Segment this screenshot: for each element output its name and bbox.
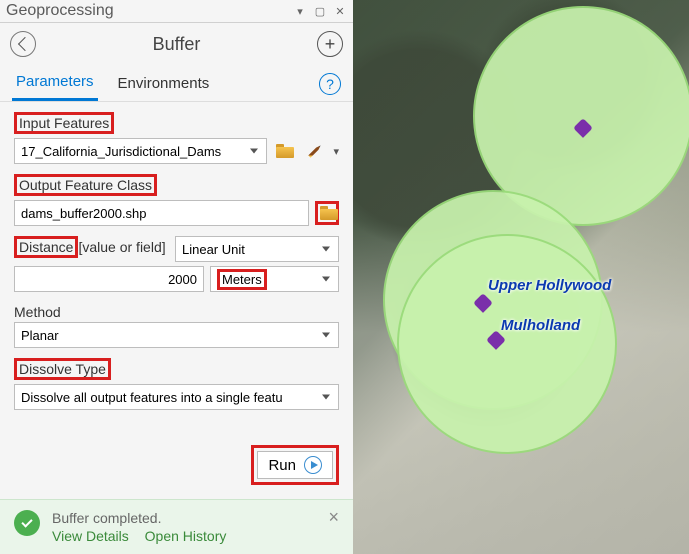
check-icon [21, 516, 32, 527]
help-icon[interactable]: ? [319, 73, 341, 95]
arrow-left-icon [17, 37, 31, 51]
add-button[interactable]: + [317, 31, 343, 57]
distance-label-box: Distance [14, 236, 78, 258]
edit-input-button[interactable] [303, 139, 327, 163]
distance-unit-value: Meters [217, 269, 267, 290]
tab-bar: Parameters Environments ? [0, 67, 353, 102]
buffer-circle [397, 234, 617, 454]
pencil-dropdown-icon[interactable]: ▾ [333, 145, 339, 158]
method-label: Method [14, 304, 61, 320]
tab-environments[interactable]: Environments [114, 69, 214, 100]
dissolve-type-select[interactable]: Dissolve all output features into a sing… [14, 384, 339, 410]
status-bar: Buffer completed. View Details Open Hist… [0, 499, 353, 554]
play-icon [304, 456, 322, 474]
open-history-link[interactable]: Open History [145, 528, 227, 544]
titlebar: Geoprocessing ▾ ▢ ✕ [0, 0, 353, 23]
folder-icon [276, 144, 294, 158]
map-label-upper-hollywood: Upper Hollywood [488, 277, 611, 294]
parameters-form: Input Features 17_California_Jurisdictio… [0, 102, 353, 437]
distance-value-input[interactable] [14, 266, 204, 292]
tool-name: Buffer [153, 34, 201, 55]
tool-header: Buffer + [0, 23, 353, 67]
output-feature-class-label: Output Feature Class [14, 174, 157, 196]
pencil-icon [304, 140, 327, 163]
success-icon [14, 510, 40, 536]
input-features-label: Input Features [14, 112, 114, 134]
output-feature-class-input[interactable] [14, 200, 309, 226]
status-text-block: Buffer completed. View Details Open Hist… [52, 510, 316, 544]
browse-output-button[interactable] [315, 201, 339, 225]
dissolve-type-value: Dissolve all output features into a sing… [21, 390, 283, 405]
status-close-button[interactable]: × [328, 510, 339, 524]
distance-label-rest: [value or field] [78, 239, 165, 255]
geoprocessing-panel: Geoprocessing ▾ ▢ ✕ Buffer + Parameters … [0, 0, 353, 554]
distance-source-select[interactable]: Linear Unit [175, 236, 339, 262]
run-area: Run [0, 437, 353, 499]
folder-icon [320, 206, 334, 220]
status-message: Buffer completed. [52, 510, 316, 526]
run-button[interactable]: Run [257, 451, 333, 479]
panel-title: Geoprocessing [6, 2, 114, 20]
maximize-icon[interactable]: ▢ [313, 4, 327, 18]
tab-parameters[interactable]: Parameters [12, 67, 98, 101]
dissolve-type-label: Dissolve Type [14, 358, 111, 380]
dropdown-icon[interactable]: ▾ [293, 4, 307, 18]
run-highlight: Run [251, 445, 339, 485]
input-features-value: 17_California_Jurisdictional_Dams [21, 144, 221, 159]
distance-source-value: Linear Unit [182, 242, 245, 257]
browse-input-button[interactable] [273, 139, 297, 163]
method-value: Planar [21, 328, 59, 343]
input-features-select[interactable]: 17_California_Jurisdictional_Dams [14, 138, 267, 164]
back-button[interactable] [10, 31, 36, 57]
run-button-label: Run [268, 457, 296, 474]
map-label-mulholland: Mulholland [501, 317, 580, 334]
close-icon[interactable]: ✕ [333, 4, 347, 18]
method-select[interactable]: Planar [14, 322, 339, 348]
window-controls: ▾ ▢ ✕ [293, 4, 347, 18]
view-details-link[interactable]: View Details [52, 528, 129, 544]
distance-unit-select[interactable]: Meters [210, 266, 339, 292]
map-view[interactable]: Upper Hollywood Mulholland [353, 0, 689, 554]
